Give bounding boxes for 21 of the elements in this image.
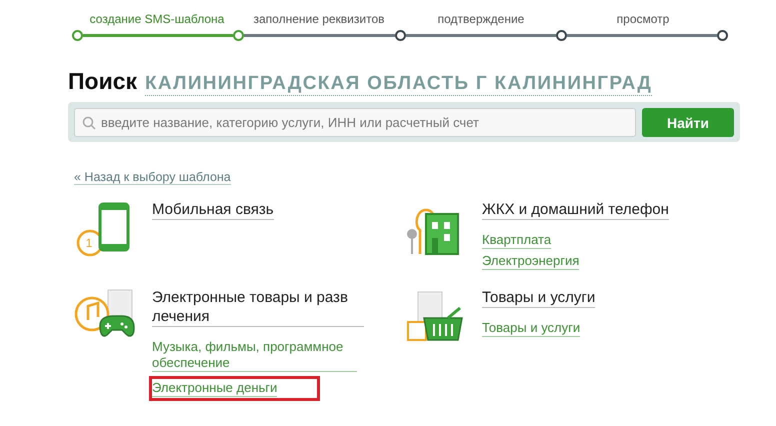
service-link[interactable]: Квартплата (482, 232, 552, 249)
service-link[interactable]: Музыка, фильмы, программное обеспечение (152, 339, 357, 372)
search-title: Поиск (68, 68, 138, 95)
step-label: просмотр (616, 12, 670, 28)
category-link[interactable]: Электронные товары и разв лечения (152, 288, 364, 327)
step-label: создание SMS-шаблона (90, 12, 224, 28)
search-icon (82, 116, 96, 130)
service-link[interactable]: Товары и услуги (482, 320, 580, 337)
search-field[interactable]: введите название, категорию услуги, ИНН или расчетный счет (74, 108, 636, 137)
step-node (717, 30, 728, 40)
find-button[interactable]: Найти (642, 108, 734, 137)
category-link[interactable]: ЖКХ и домашний телефон (482, 200, 669, 220)
step-label: заполнение реквизитов (253, 12, 384, 28)
category-link[interactable]: Товары и услуги (482, 288, 596, 308)
back-link[interactable]: « Назад к выбору шаблона (74, 170, 231, 185)
service-link[interactable]: Электронные деньги (152, 380, 278, 397)
step-label: подтверждение (438, 12, 524, 28)
badge-number: 1 (84, 235, 94, 252)
category-link[interactable]: Мобильная связь (152, 200, 274, 220)
service-link[interactable]: Электроэнергия (482, 253, 580, 270)
region-link[interactable]: КАЛИНИНГРАДСКАЯ ОБЛАСТЬ Г КАЛИНИНГРАД (145, 73, 652, 96)
